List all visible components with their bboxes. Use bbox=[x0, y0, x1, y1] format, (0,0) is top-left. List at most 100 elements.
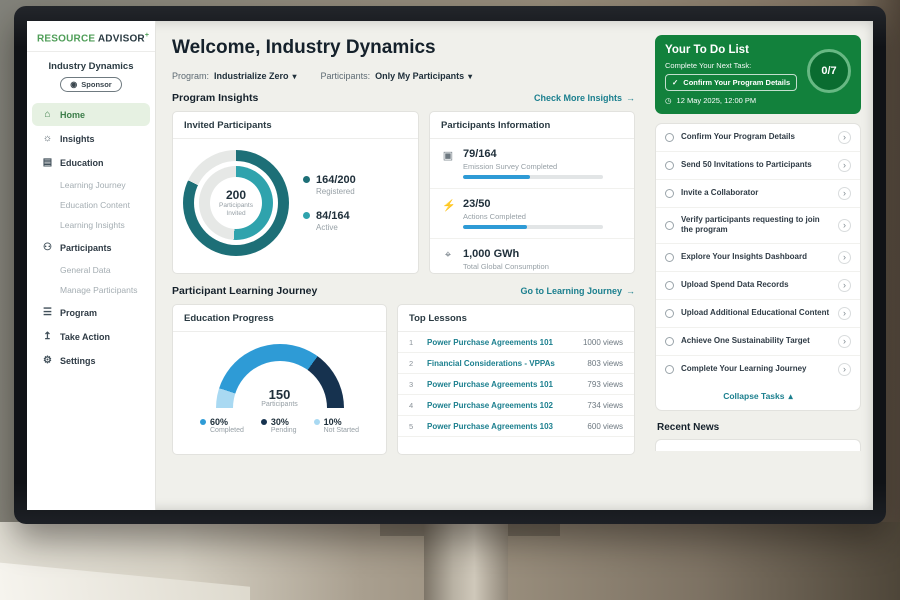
checkbox-icon[interactable] bbox=[665, 161, 674, 170]
sidebar-item-settings[interactable]: ⚙ Settings bbox=[32, 349, 150, 372]
chevron-right-icon[interactable]: › bbox=[838, 335, 851, 348]
stat-emission-survey: ▣ 79/164 Emission Survey Completed bbox=[430, 139, 634, 189]
task-row-achieve-sustainability-target[interactable]: Achieve One Sustainability Target › bbox=[656, 328, 860, 356]
collapse-label: Collapse Tasks bbox=[723, 391, 784, 401]
task-row-explore-insights-dashboard[interactable]: Explore Your Insights Dashboard › bbox=[656, 244, 860, 272]
todo-panel: Your To Do List Complete Your Next Task:… bbox=[647, 21, 873, 510]
sidebar-item-manage-participants[interactable]: Manage Participants bbox=[32, 280, 150, 300]
go-to-learning-journey-link[interactable]: Go to Learning Journey → bbox=[520, 286, 635, 296]
task-row-verify-participants[interactable]: Verify participants requesting to join t… bbox=[656, 208, 860, 244]
clock-icon: ◷ bbox=[665, 96, 672, 105]
task-row-upload-educational-content[interactable]: Upload Additional Educational Content › bbox=[656, 300, 860, 328]
checkbox-icon[interactable] bbox=[665, 337, 674, 346]
donut-center: 200 Participants Invited bbox=[210, 177, 262, 229]
participants-filter: Participants: Only My Participants ▾ bbox=[321, 71, 473, 81]
legend-value: 164/200 bbox=[316, 174, 356, 186]
program-filter-value: Industrialize Zero bbox=[214, 71, 289, 81]
checkbox-icon[interactable] bbox=[665, 365, 674, 374]
chevron-right-icon[interactable]: › bbox=[838, 251, 851, 264]
legend-value: 10% bbox=[324, 417, 342, 427]
task-row-complete-learning-journey[interactable]: Complete Your Learning Journey › bbox=[656, 356, 860, 383]
actions-icon: ⚡ bbox=[442, 199, 454, 229]
lesson-link[interactable]: Financial Considerations - VPPAs bbox=[427, 359, 579, 368]
lesson-row-1: 1 Power Purchase Agreements 101 1000 vie… bbox=[398, 332, 634, 353]
progress-track bbox=[463, 175, 603, 179]
card-title: Participants Information bbox=[430, 112, 634, 139]
monitor-stand bbox=[424, 524, 508, 600]
checkbox-icon[interactable] bbox=[665, 221, 674, 230]
lesson-row-4: 4 Power Purchase Agreements 102 734 view… bbox=[398, 395, 634, 416]
participants-filter-select[interactable]: Only My Participants ▾ bbox=[375, 71, 472, 81]
checkbox-icon[interactable] bbox=[665, 133, 674, 142]
check-more-insights-link[interactable]: Check More Insights → bbox=[534, 93, 635, 103]
invited-participants-donut-chart: 200 Participants Invited bbox=[183, 150, 289, 256]
chevron-right-icon[interactable]: › bbox=[838, 187, 851, 200]
sidebar-nav: ⌂ Home ☼ Insights ▤ Education Learning J… bbox=[27, 100, 155, 510]
lesson-link[interactable]: Power Purchase Agreements 102 bbox=[427, 401, 579, 410]
checkbox-icon[interactable] bbox=[665, 281, 674, 290]
chevron-right-icon[interactable]: › bbox=[838, 159, 851, 172]
invited-participants-body: 200 Participants Invited 164/200 Registe… bbox=[173, 139, 418, 267]
sidebar-item-learning-insights[interactable]: Learning Insights bbox=[32, 215, 150, 235]
learning-journey-cards: Education Progress 150 Participants bbox=[172, 304, 635, 455]
lesson-link[interactable]: Power Purchase Agreements 103 bbox=[427, 422, 579, 431]
checkbox-icon[interactable] bbox=[665, 189, 674, 198]
sidebar-item-take-action[interactable]: ↥ Take Action bbox=[32, 325, 150, 348]
sidebar-item-label: Insights bbox=[60, 134, 95, 144]
tasks-list: Confirm Your Program Details › Send 50 I… bbox=[655, 123, 861, 411]
insights-icon: ☼ bbox=[42, 133, 53, 144]
sidebar-item-home[interactable]: ⌂ Home bbox=[32, 103, 150, 126]
legend-label: Not Started bbox=[324, 427, 359, 434]
task-row-invite-collaborator[interactable]: Invite a Collaborator › bbox=[656, 180, 860, 208]
collapse-tasks-link[interactable]: Collapse Tasks ▴ bbox=[656, 383, 860, 410]
invited-participants-card: Invited Participants 200 Participants In… bbox=[172, 111, 419, 274]
task-row-upload-spend-data[interactable]: Upload Spend Data Records › bbox=[656, 272, 860, 300]
learning-journey-header: Participant Learning Journey Go to Learn… bbox=[172, 285, 635, 297]
sidebar-item-program[interactable]: ☰ Program bbox=[32, 301, 150, 324]
chevron-right-icon[interactable]: › bbox=[838, 131, 851, 144]
next-task-pill[interactable]: ✓ Confirm Your Program Details bbox=[665, 74, 797, 91]
sponsor-badge[interactable]: ◉ Sponsor bbox=[60, 77, 121, 92]
chevron-right-icon[interactable]: › bbox=[838, 219, 851, 232]
sidebar-item-general-data[interactable]: General Data bbox=[32, 260, 150, 280]
filters-bar: Program: Industrialize Zero ▾ Participan… bbox=[172, 71, 635, 81]
education-progress-card: Education Progress 150 Participants bbox=[172, 304, 387, 455]
checkbox-icon[interactable] bbox=[665, 309, 674, 318]
chevron-down-icon: ▾ bbox=[293, 72, 297, 81]
legend-item-not-started: 10% Not Started bbox=[314, 417, 359, 434]
sidebar-item-education[interactable]: ▤ Education bbox=[32, 151, 150, 174]
chevron-right-icon[interactable]: › bbox=[838, 307, 851, 320]
lesson-link[interactable]: Power Purchase Agreements 101 bbox=[427, 380, 579, 389]
task-row-send-invitations[interactable]: Send 50 Invitations to Participants › bbox=[656, 152, 860, 180]
lesson-views: 1000 views bbox=[583, 338, 623, 347]
checkbox-icon[interactable] bbox=[665, 253, 674, 262]
legend-label: Active bbox=[316, 223, 350, 232]
gauge-legend: 60% Completed 30% Pending bbox=[173, 417, 386, 434]
section-title-learning-journey: Participant Learning Journey bbox=[172, 285, 317, 297]
participants-icon: ⚇ bbox=[42, 242, 53, 253]
app-logo: RESOURCE ADVISOR+ bbox=[27, 21, 155, 52]
lesson-link[interactable]: Power Purchase Agreements 101 bbox=[427, 338, 575, 347]
todo-due: ◷ 12 May 2025, 12:00 PM bbox=[665, 96, 851, 105]
sidebar-item-participants[interactable]: ⚇ Participants bbox=[32, 236, 150, 259]
todo-summary-card: Your To Do List Complete Your Next Task:… bbox=[655, 35, 861, 114]
sidebar-item-learning-journey[interactable]: Learning Journey bbox=[32, 175, 150, 195]
task-row-confirm-program-details[interactable]: Confirm Your Program Details › bbox=[656, 124, 860, 152]
sidebar-item-label: Program bbox=[60, 308, 97, 318]
card-title: Invited Participants bbox=[173, 112, 418, 139]
arrow-right-icon: → bbox=[626, 286, 635, 296]
chevron-down-icon: ▾ bbox=[468, 72, 472, 81]
program-filter: Program: Industrialize Zero ▾ bbox=[172, 71, 297, 81]
lesson-rank: 2 bbox=[409, 359, 419, 368]
legend-dot-not-started bbox=[314, 419, 320, 425]
program-filter-select[interactable]: Industrialize Zero ▾ bbox=[214, 71, 297, 81]
lesson-rank: 3 bbox=[409, 380, 419, 389]
sidebar-item-education-content[interactable]: Education Content bbox=[32, 195, 150, 215]
page-title: Welcome, Industry Dynamics bbox=[172, 37, 635, 59]
sidebar-item-insights[interactable]: ☼ Insights bbox=[32, 127, 150, 150]
org-name: Industry Dynamics bbox=[27, 52, 155, 77]
stat-value: 79/164 bbox=[463, 148, 603, 160]
chevron-right-icon[interactable]: › bbox=[838, 363, 851, 376]
link-label: Check More Insights bbox=[534, 93, 622, 103]
chevron-right-icon[interactable]: › bbox=[838, 279, 851, 292]
